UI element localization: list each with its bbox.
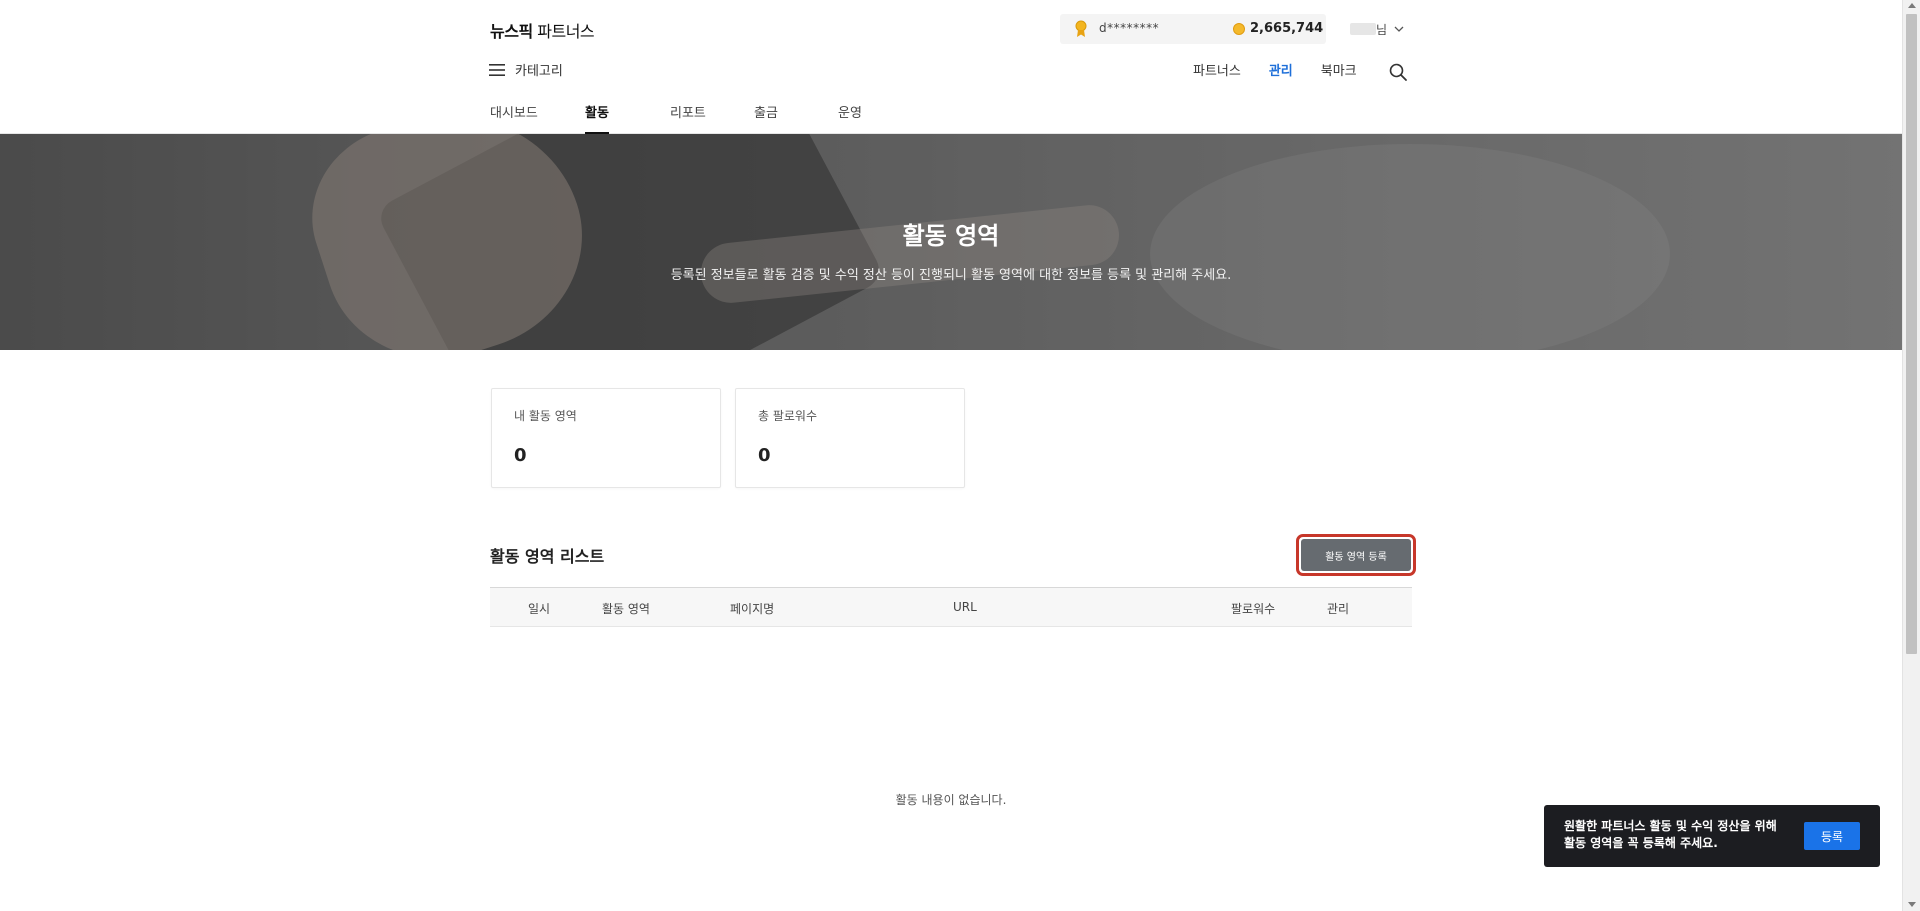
points-value: 2,665,744 — [1250, 21, 1324, 36]
scroll-thumb[interactable] — [1906, 14, 1917, 654]
stat-label: 총 팔로워수 — [758, 409, 818, 423]
register-button-highlight: 활동 영역 등록 — [1296, 534, 1416, 576]
hero-banner: 활동 영역 등록된 정보들로 활동 검증 및 수익 정산 등이 진행되니 활동 … — [0, 134, 1902, 350]
column-header-area: 활동 영역 — [602, 602, 650, 616]
search-icon[interactable] — [1388, 62, 1408, 82]
column-header-manage: 관리 — [1327, 602, 1350, 616]
site-logo[interactable]: 뉴스픽 파트너스 — [490, 18, 595, 42]
user-suffix: 님 — [1376, 22, 1388, 37]
table-header: 일시 활동 영역 페이지명 URL 팔로워수 관리 — [490, 587, 1412, 627]
tab-activity[interactable]: 활동 — [585, 102, 609, 134]
stat-card-my-areas: 내 활동 영역 0 — [491, 388, 721, 488]
logo-brand: 뉴스픽 — [490, 22, 533, 41]
top-nav: 파트너스 관리 북마크 — [1193, 60, 1385, 79]
user-name-redacted — [1350, 23, 1376, 35]
stat-card-total-followers: 총 팔로워수 0 — [735, 388, 965, 488]
points-summary: d******** 2,665,744 — [1060, 14, 1326, 44]
tab-operation[interactable]: 운영 — [838, 102, 862, 134]
page-title: 활동 영역 — [902, 222, 1000, 250]
nav-partners[interactable]: 파트너스 — [1193, 60, 1241, 79]
register-area-button[interactable]: 활동 영역 등록 — [1301, 539, 1411, 571]
column-header-url: URL — [953, 600, 977, 614]
tab-dashboard[interactable]: 대시보드 — [490, 102, 538, 134]
coin-icon — [1233, 23, 1245, 35]
toast-message: 원활한 파트너스 활동 및 수익 정산을 위해 활동 영역을 꼭 등록해 주세요… — [1564, 819, 1777, 850]
stat-value: 0 — [514, 445, 527, 466]
column-header-followers: 팔로워수 — [1231, 602, 1276, 616]
stat-label: 내 활동 영역 — [514, 409, 577, 423]
hamburger-icon — [489, 63, 505, 76]
scroll-down-arrow-icon[interactable] — [1908, 902, 1916, 907]
page-description: 등록된 정보들로 활동 검증 및 수익 정산 등이 진행되니 활동 영역에 대한… — [670, 268, 1232, 283]
column-header-page-name: 페이지명 — [730, 602, 775, 616]
category-menu-label: 카테고리 — [515, 64, 563, 79]
user-menu[interactable]: 님 — [1350, 19, 1405, 39]
medal-icon — [1075, 20, 1087, 37]
tab-withdraw[interactable]: 출금 — [754, 102, 778, 134]
toast-register-button[interactable]: 등록 — [1804, 822, 1860, 850]
chevron-down-icon — [1394, 26, 1404, 32]
nav-bookmark[interactable]: 북마크 — [1321, 60, 1357, 79]
page-scrollbar[interactable] — [1902, 0, 1920, 911]
tab-report[interactable]: 리포트 — [670, 102, 706, 134]
site-header: 뉴스픽 파트너스 d******** 2,665,744 님 카테고리 파트너스… — [0, 0, 1902, 134]
registration-toast: 원활한 파트너스 활동 및 수익 정산을 위해 활동 영역을 꼭 등록해 주세요… — [1544, 805, 1880, 867]
scroll-up-arrow-icon[interactable] — [1908, 3, 1916, 8]
logo-suffix: 파트너스 — [532, 22, 595, 41]
column-header-date: 일시 — [528, 602, 551, 616]
section-title: 활동 영역 리스트 — [490, 547, 605, 566]
nav-manage[interactable]: 관리 — [1269, 60, 1293, 79]
stat-value: 0 — [758, 445, 771, 466]
category-menu-button[interactable]: 카테고리 — [489, 60, 563, 79]
user-id: d******** — [1099, 21, 1160, 35]
